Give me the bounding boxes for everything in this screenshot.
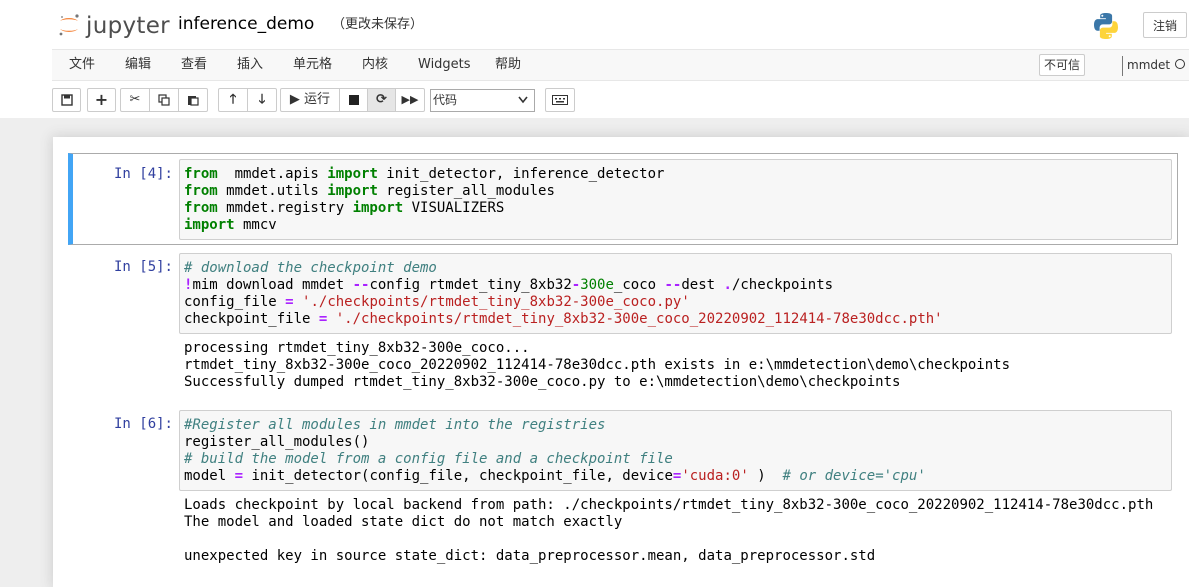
menu-file[interactable]: 文件 xyxy=(69,50,95,80)
output-line: unexpected key in source state_dict: dat… xyxy=(184,548,876,564)
jupyter-ring-icon xyxy=(59,14,79,36)
fast-forward-icon: ▶▶ xyxy=(401,93,419,106)
save-icon xyxy=(60,94,73,106)
scissors-icon: ✂ xyxy=(129,92,141,107)
code-line: checkpoint_file = './checkpoints/rtmdet_… xyxy=(184,311,943,327)
code-line: # download the checkpoint demo xyxy=(184,260,437,276)
notebook-title[interactable]: inference_demo xyxy=(178,12,314,36)
code-line: #Register all modules in mmdet into the … xyxy=(184,417,606,433)
cell-prompt: In [5]: xyxy=(113,259,173,275)
cell-prompt: In [6]: xyxy=(113,416,173,432)
code-line: from mmdet.registry import VISUALIZERS xyxy=(184,200,505,216)
kernel-separator xyxy=(1122,56,1123,76)
trust-button[interactable]: 不可信 xyxy=(1039,54,1085,76)
kernel-idle-indicator-icon xyxy=(1175,59,1185,69)
code-line: config_file = './checkpoints/rtmdet_tiny… xyxy=(184,294,690,310)
code-line: register_all_modules() xyxy=(184,434,370,450)
plus-icon: + xyxy=(94,90,109,109)
save-button[interactable] xyxy=(52,88,81,112)
cell-output: Loads checkpoint by local backend from p… xyxy=(184,497,1174,565)
code-cell-input[interactable]: # download the checkpoint demo !mim downl… xyxy=(179,253,1172,334)
insert-cell-button[interactable]: + xyxy=(87,88,116,112)
save-status: （更改未保存） xyxy=(332,17,424,32)
menu-cell[interactable]: 单元格 xyxy=(293,50,332,80)
code-line: model = init_detector(config_file, check… xyxy=(184,468,926,484)
move-down-button[interactable]: 🡓 xyxy=(247,88,277,112)
copy-icon xyxy=(158,94,170,106)
code-cell-input[interactable]: from mmdet.apis import init_detector, in… xyxy=(179,159,1172,240)
code-line: from mmdet.utils import register_all_mod… xyxy=(184,183,555,199)
output-line: Loads checkpoint by local backend from p… xyxy=(184,497,1154,513)
code-cell-input[interactable]: #Register all modules in mmdet into the … xyxy=(179,410,1172,491)
jupyter-logo-text: jupyter xyxy=(86,13,170,39)
stop-icon xyxy=(348,95,359,105)
paste-button[interactable] xyxy=(178,88,208,112)
keyboard-icon xyxy=(552,95,568,105)
cell-output: processing rtmdet_tiny_8xb32-300e_coco..… xyxy=(184,340,1174,391)
interrupt-button[interactable] xyxy=(339,88,368,112)
cell-type-value: 代码 xyxy=(433,93,458,107)
menu-kernel[interactable]: 内核 xyxy=(362,50,388,80)
command-palette-button[interactable] xyxy=(545,88,575,112)
restart-icon: ⟳ xyxy=(376,92,387,107)
chevron-down-icon xyxy=(518,96,528,104)
toolbar: + ✂ 🡑 🡓 ▶ 运行 ⟳ ▶▶ 代码 xyxy=(52,88,612,114)
python-kernel-icon xyxy=(1094,13,1118,39)
output-line: Successfully dumped rtmdet_tiny_8xb32-30… xyxy=(184,374,901,390)
arrow-up-icon: 🡑 xyxy=(229,92,237,107)
menubar: 文件 编辑 查看 插入 单元格 内核 Widgets 帮助 xyxy=(52,49,1189,81)
output-line: processing rtmdet_tiny_8xb32-300e_coco..… xyxy=(184,340,530,356)
output-line: rtmdet_tiny_8xb32-300e_coco_20220902_112… xyxy=(184,357,1011,373)
move-up-button[interactable]: 🡑 xyxy=(218,88,248,112)
menu-insert[interactable]: 插入 xyxy=(237,50,263,80)
menu-help[interactable]: 帮助 xyxy=(495,50,521,80)
menu-edit[interactable]: 编辑 xyxy=(125,50,151,80)
run-button[interactable]: ▶ 运行 xyxy=(280,88,340,112)
jupyter-logo[interactable]: jupyter xyxy=(57,11,177,41)
menu-widgets[interactable]: Widgets xyxy=(418,50,471,80)
cell-type-select[interactable]: 代码 xyxy=(430,89,535,112)
restart-run-all-button[interactable]: ▶▶ xyxy=(395,88,425,112)
code-line: from mmdet.apis import init_detector, in… xyxy=(184,166,665,182)
paste-icon xyxy=(188,96,199,106)
output-line: The model and loaded state dict do not m… xyxy=(184,514,623,530)
arrow-down-icon: 🡓 xyxy=(258,92,266,107)
cell-prompt: In [4]: xyxy=(113,166,173,182)
menu-view[interactable]: 查看 xyxy=(181,50,207,80)
cut-button[interactable]: ✂ xyxy=(120,88,150,112)
kernel-name[interactable]: mmdet xyxy=(1127,55,1170,75)
logout-button[interactable]: 注销 xyxy=(1143,12,1187,38)
copy-button[interactable] xyxy=(149,88,179,112)
restart-button[interactable]: ⟳ xyxy=(367,88,396,112)
code-line: # build the model from a config file and… xyxy=(184,451,673,467)
code-line: import mmcv xyxy=(184,217,277,233)
code-line: !mim download mmdet --config rtmdet_tiny… xyxy=(184,277,834,293)
